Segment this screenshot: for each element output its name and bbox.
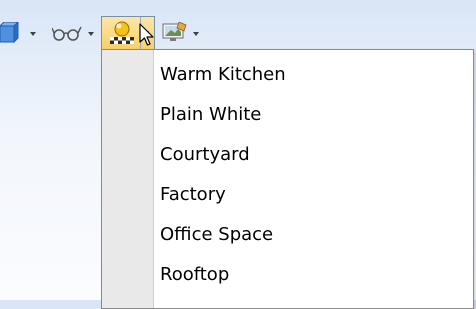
glasses-dropdown-arrow[interactable] <box>88 32 94 36</box>
scene-dropdown-menu: Warm Kitchen Plain White Courtyard Facto… <box>101 49 474 309</box>
view-cube-dropdown-arrow[interactable] <box>30 32 36 36</box>
toolbar <box>0 0 476 50</box>
menu-item-factory[interactable]: Factory <box>154 175 472 215</box>
menu-item-office-space[interactable]: Office Space <box>154 215 472 255</box>
scene-lighting-icon[interactable] <box>108 20 136 46</box>
mouse-cursor-icon <box>139 23 154 46</box>
glasses-icon[interactable] <box>52 24 82 42</box>
view-cube-icon[interactable] <box>0 22 20 44</box>
menu-item-rooftop[interactable]: Rooftop <box>154 255 472 295</box>
menu-item-plain-white[interactable]: Plain White <box>154 95 472 135</box>
menu-item-warm-kitchen[interactable]: Warm Kitchen <box>154 55 472 95</box>
menu-icon-gutter <box>102 50 154 308</box>
display-settings-dropdown-arrow[interactable] <box>193 32 199 36</box>
menu-item-courtyard[interactable]: Courtyard <box>154 135 472 175</box>
display-settings-icon[interactable] <box>162 22 188 44</box>
